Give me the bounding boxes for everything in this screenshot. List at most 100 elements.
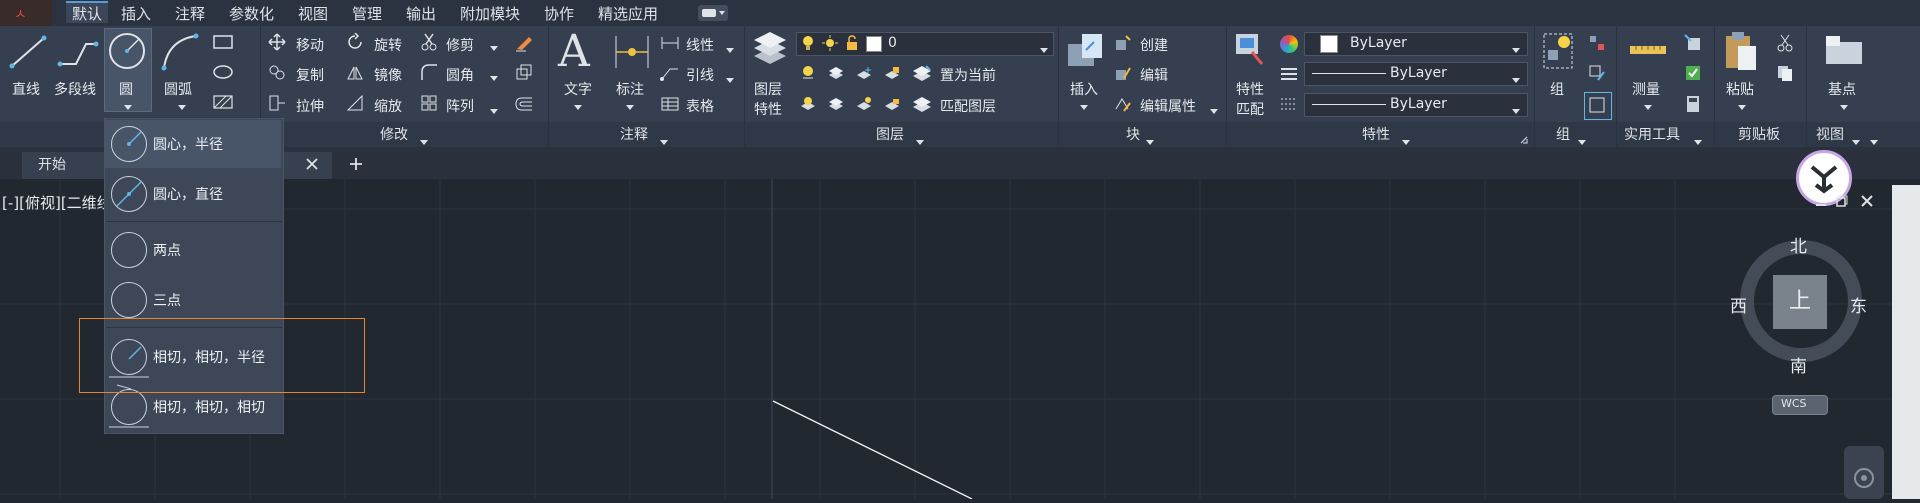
- block-panel-title[interactable]: 块: [1126, 124, 1140, 144]
- layer-lock-icon[interactable]: [884, 65, 900, 81]
- layer-unlock-icon[interactable]: [884, 96, 900, 112]
- erase-icon[interactable]: [514, 32, 534, 52]
- utilities-panel-title[interactable]: 实用工具: [1624, 124, 1680, 144]
- chevron-down-icon[interactable]: [490, 101, 498, 114]
- panel-options-icon[interactable]: [1870, 132, 1878, 145]
- lineweight-icon[interactable]: [1280, 96, 1298, 112]
- scale-icon[interactable]: [346, 94, 364, 112]
- move-button[interactable]: 移动: [296, 35, 324, 55]
- chevron-down-icon[interactable]: [1402, 132, 1410, 145]
- cut-icon[interactable]: [1776, 34, 1794, 52]
- application-button[interactable]: ㅅ: [0, 0, 52, 26]
- annotation-panel-title[interactable]: 注释: [620, 124, 648, 144]
- move-icon[interactable]: [268, 33, 286, 51]
- match-properties-label-1[interactable]: 特性: [1236, 79, 1264, 99]
- mirror-button[interactable]: 镜像: [374, 65, 402, 85]
- tab-collaborate[interactable]: 协作: [544, 3, 574, 23]
- polyline-icon[interactable]: [56, 32, 100, 72]
- line-button-label[interactable]: 直线: [12, 79, 40, 99]
- rotate-button[interactable]: 旋转: [374, 35, 402, 55]
- table-icon[interactable]: [660, 96, 680, 112]
- match-layer-button[interactable]: 匹配图层: [940, 96, 996, 116]
- calculator-icon[interactable]: [1684, 95, 1702, 113]
- fillet-button[interactable]: 圆角: [446, 65, 474, 85]
- array-icon[interactable]: [420, 94, 438, 112]
- rotate-icon[interactable]: [346, 32, 364, 51]
- chevron-down-icon[interactable]: [490, 68, 498, 81]
- layer-freeze-icon[interactable]: [856, 65, 872, 81]
- linetype-icon[interactable]: [1280, 66, 1298, 82]
- chevron-down-icon[interactable]: [1840, 97, 1848, 110]
- compass-north[interactable]: 北: [1790, 232, 1807, 257]
- layer-isolate-icon[interactable]: [828, 65, 844, 81]
- match-properties-icon[interactable]: [1234, 30, 1268, 70]
- close-icon[interactable]: [304, 156, 320, 172]
- array-button[interactable]: 阵列: [446, 96, 474, 116]
- chevron-down-icon[interactable]: [726, 70, 734, 83]
- tab-insert[interactable]: 插入: [121, 3, 151, 23]
- layer-off-icon[interactable]: [800, 65, 816, 81]
- compass-west[interactable]: 西: [1730, 292, 1747, 317]
- hatch-icon[interactable]: [212, 94, 234, 110]
- dimension-button-label[interactable]: 标注: [616, 79, 644, 99]
- chevron-down-icon[interactable]: [1738, 97, 1746, 110]
- panel-launcher-icon[interactable]: [1520, 130, 1528, 144]
- quick-select-icon[interactable]: [1684, 34, 1702, 52]
- stretch-icon[interactable]: [268, 94, 286, 112]
- select-all-icon[interactable]: [1684, 64, 1702, 82]
- drawn-line[interactable]: [772, 400, 1002, 500]
- scrollbar[interactable]: [1892, 185, 1920, 499]
- layer-properties-label-2[interactable]: 特性: [754, 99, 782, 119]
- edit-attribute-button[interactable]: 编辑属性: [1140, 96, 1196, 116]
- copy-clip-icon[interactable]: [1776, 64, 1794, 82]
- tab-annotate[interactable]: 注释: [175, 3, 205, 23]
- chevron-down-icon[interactable]: [1210, 101, 1218, 114]
- layer-previous-icon[interactable]: [828, 96, 844, 112]
- color-wheel-icon[interactable]: [1280, 35, 1298, 53]
- tab-manage[interactable]: 管理: [352, 3, 382, 23]
- fillet-icon[interactable]: [420, 63, 438, 81]
- tab-view[interactable]: 视图: [298, 3, 328, 23]
- measure-icon[interactable]: [1628, 42, 1668, 58]
- trim-icon[interactable]: [420, 33, 438, 51]
- match-properties-label-2[interactable]: 匹配: [1236, 99, 1264, 119]
- chevron-down-icon[interactable]: [490, 38, 498, 51]
- layer-match-icon[interactable]: [800, 96, 816, 112]
- clipboard-panel-title[interactable]: 剪贴板: [1738, 124, 1780, 144]
- measure-button-label[interactable]: 测量: [1632, 79, 1660, 99]
- leader-button[interactable]: 引线: [686, 65, 714, 85]
- close-icon[interactable]: [1860, 194, 1874, 208]
- layer-properties-label-1[interactable]: 图层: [754, 79, 782, 99]
- arc-button-label[interactable]: 圆弧: [164, 79, 192, 99]
- modify-panel-title[interactable]: 修改: [380, 124, 408, 144]
- chevron-down-icon[interactable]: [660, 132, 668, 145]
- view-panel-title[interactable]: 视图: [1816, 124, 1844, 144]
- properties-panel-title[interactable]: 特性: [1362, 124, 1390, 144]
- edit-block-icon[interactable]: [1114, 64, 1132, 82]
- scale-button[interactable]: 缩放: [374, 96, 402, 116]
- ribbon-toggle-icon[interactable]: [698, 5, 728, 21]
- text-icon[interactable]: A: [558, 30, 598, 74]
- copy-icon[interactable]: [268, 63, 286, 81]
- match-layer-icon[interactable]: [912, 95, 932, 113]
- explode-icon[interactable]: [514, 63, 534, 83]
- circle-option-center-diameter[interactable]: 圆心，直径: [105, 170, 281, 218]
- layer-properties-icon[interactable]: [750, 32, 788, 72]
- base-view-icon[interactable]: [1824, 34, 1864, 66]
- tab-default[interactable]: 默认: [66, 1, 109, 23]
- create-button[interactable]: 创建: [1140, 35, 1168, 55]
- text-button-label[interactable]: 文字: [564, 79, 592, 99]
- new-tab-icon[interactable]: [348, 156, 364, 172]
- minimize-icon[interactable]: [1814, 194, 1828, 208]
- stretch-button[interactable]: 拉伸: [296, 96, 324, 116]
- tab-output[interactable]: 输出: [406, 3, 436, 23]
- group-icon[interactable]: [1540, 30, 1576, 72]
- mirror-icon[interactable]: [346, 63, 364, 81]
- table-button[interactable]: 表格: [686, 96, 714, 116]
- create-block-icon[interactable]: [1114, 34, 1132, 52]
- linear-dim-icon[interactable]: [660, 35, 680, 51]
- chevron-down-icon[interactable]: [626, 97, 634, 110]
- tab-featured-apps[interactable]: 精选应用: [598, 3, 658, 23]
- chevron-down-icon[interactable]: [1578, 132, 1586, 145]
- leader-icon[interactable]: [660, 65, 680, 81]
